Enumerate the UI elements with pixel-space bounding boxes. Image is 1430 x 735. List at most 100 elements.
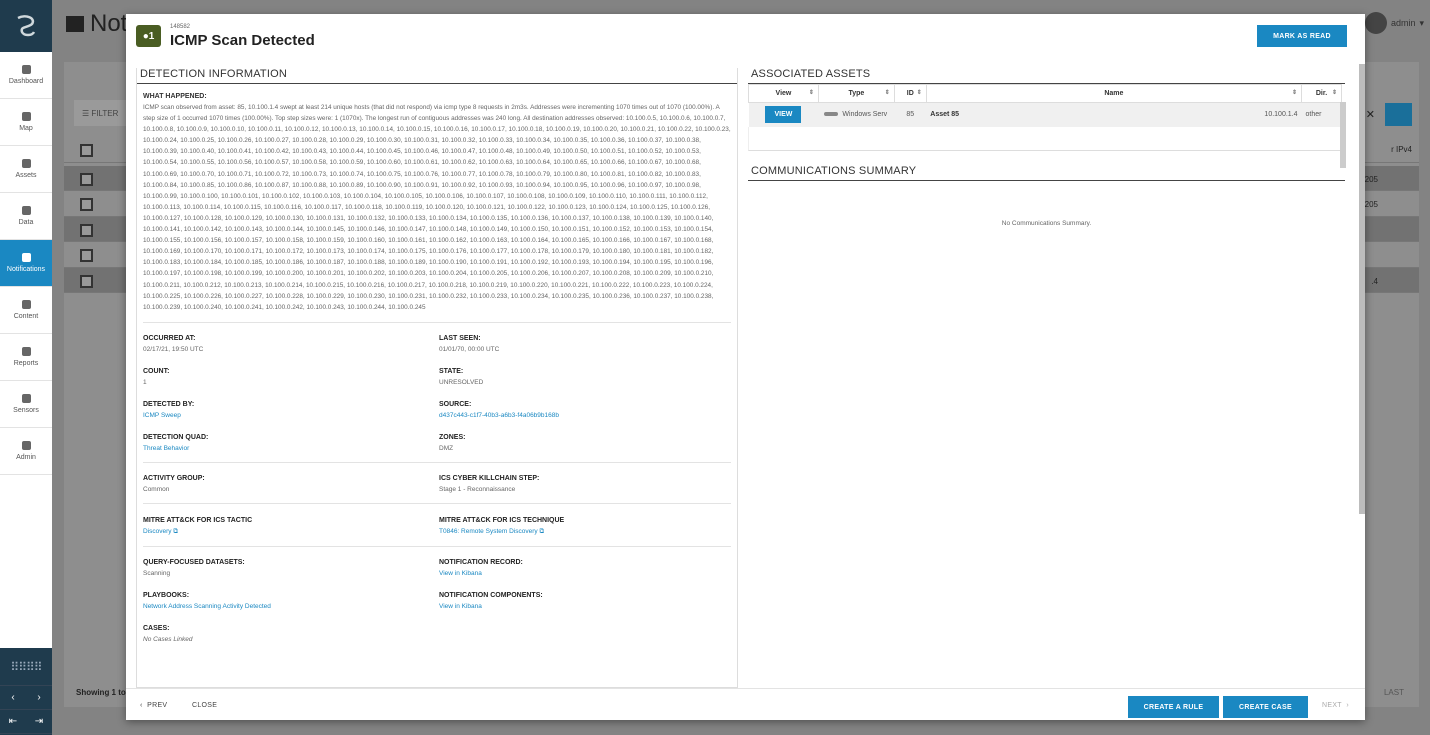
section-heading-detection: DETECTION INFORMATION (137, 68, 737, 84)
view-asset-button[interactable]: VIEW (765, 106, 802, 124)
archive-icon (66, 16, 84, 32)
prev-button[interactable]: ‹ PREV (140, 702, 167, 709)
divider (143, 502, 731, 504)
sidebar-footer: ⠿⠿⠿⠿ ‹ › ⇤ ⇥ (0, 648, 52, 735)
modal-header: ● 1 148582 ICMP Scan Detected MARK AS REA… (126, 14, 1365, 64)
playbook-link[interactable]: Network Address Scanning Activity Detect… (143, 603, 439, 610)
chevron-right-icon: › (1341, 702, 1349, 709)
field-datasets: QUERY-FOCUSED DATASETS: Scanning (143, 558, 245, 577)
sort-icon: ⇕ (884, 90, 890, 96)
next-button[interactable]: NEXT › (1322, 702, 1349, 709)
modal-title: ICMP Scan Detected (170, 32, 315, 49)
notification-modal: ● 1 148582 ICMP Scan Detected MARK AS REA… (126, 14, 1365, 720)
tactic-link[interactable]: Discovery ⧉ (143, 528, 439, 536)
expand-icon[interactable]: ⇥ (26, 710, 52, 733)
field-killchain: ICS CYBER KILLCHAIN STEP: Stage 1 - Recon… (439, 474, 540, 493)
right-column: ASSOCIATED ASSETS View ⇕ Type ⇕ ID ⇕ Name ⇕ … (748, 68, 1346, 227)
detection-quad-link[interactable]: Threat Behavior (143, 445, 439, 452)
sidebar-item-notifications[interactable]: Notifications (0, 240, 52, 287)
no-comms-message: No Communications Summary. (1001, 219, 1092, 227)
filter-icon: ☰ (82, 108, 92, 118)
column-header-ipv4[interactable]: r IPv4 (1391, 145, 1412, 154)
grid-icon[interactable]: ⠿⠿⠿⠿ (0, 648, 52, 686)
row-checkbox[interactable] (80, 224, 93, 237)
priority-badge: ● 1 (136, 25, 161, 47)
modal-scrollbar[interactable] (1359, 64, 1365, 514)
collapse-icon[interactable]: ⇤ (0, 710, 26, 733)
notifications-icon (21, 253, 31, 262)
chevron-right-icon[interactable]: › (26, 686, 52, 709)
detection-information: DETECTION INFORMATION WHAT HAPPENED: ICM… (136, 68, 738, 688)
row-checkbox[interactable] (80, 249, 93, 262)
sidebar-item-map[interactable]: Map (0, 99, 52, 146)
mark-as-read-button[interactable]: MARK AS READ (1257, 25, 1347, 47)
record-kibana-link[interactable]: View in Kibana (439, 570, 735, 577)
field-activity-group: ACTIVITY GROUP: Common (143, 474, 205, 493)
components-kibana-link[interactable]: View in Kibana (439, 603, 735, 610)
create-case-button[interactable]: CREATE CASE (1223, 696, 1308, 718)
divider (143, 545, 731, 547)
column-header-name[interactable]: Name ⇕ (925, 84, 1303, 103)
external-link-icon: ⧉ (539, 527, 545, 535)
sidebar-item-dashboard[interactable]: Dashboard (0, 52, 52, 99)
divider (143, 321, 731, 323)
close-button[interactable]: CLOSE (192, 702, 217, 709)
assets-scrollbar[interactable] (1340, 102, 1346, 168)
sidebar-item-assets[interactable]: Assets (0, 146, 52, 193)
field-mitre-tactic: MITRE ATT&CK FOR ICS TACTIC Discovery ⧉ (143, 517, 439, 536)
column-header-view[interactable]: View ⇕ (748, 84, 819, 103)
chevron-down-icon: ▾ (1419, 17, 1424, 28)
what-happened-label: WHAT HAPPENED: (143, 93, 207, 100)
field-notification-record: NOTIFICATION RECORD: View in Kibana (439, 559, 735, 577)
sidebar-item-content[interactable]: Content (0, 287, 52, 334)
column-header-id[interactable]: ID ⇕ (893, 84, 927, 103)
pagination-info: Showing 1 to (76, 688, 126, 697)
sort-icon: ⇕ (916, 90, 922, 96)
section-heading-assets: ASSOCIATED ASSETS (748, 68, 1345, 84)
app-logo[interactable] (0, 0, 52, 52)
server-icon (824, 112, 839, 117)
sidebar-item-sensors[interactable]: Sensors (0, 381, 52, 428)
close-icon[interactable]: ✕ (1366, 108, 1375, 121)
column-header-type[interactable]: Type ⇕ (817, 84, 895, 103)
user-menu[interactable]: admin ▾ (1364, 12, 1424, 34)
detected-by-link[interactable]: ICMP Sweep (143, 412, 439, 419)
field-cases: CASES: No Cases Linked (143, 624, 193, 643)
map-icon (21, 112, 31, 121)
sidebar-item-data[interactable]: Data (0, 193, 52, 240)
column-header-dir[interactable]: Dir. ⇕ (1301, 84, 1342, 103)
field-detection-quad: DETECTION QUAD: Threat Behavior (143, 434, 439, 452)
reports-icon (21, 347, 31, 356)
field-mitre-technique: MITRE ATT&CK FOR ICS TECHNIQUE T0846: Rem… (439, 517, 735, 536)
table-row: VIEW Windows Serv 85 Asset 85 10.100.1.4 … (748, 102, 1342, 127)
what-happened-text: ICMP scan observed from asset: 85, 10.10… (143, 104, 731, 311)
menu-button[interactable] (1385, 103, 1412, 126)
assets-table: View ⇕ Type ⇕ ID ⇕ Name ⇕ Dir. ⇕ VIEW Windows… (748, 84, 1342, 127)
source-link[interactable]: d437c443-c1f7-40b3-a6b3-f4a06b9b168b (439, 412, 735, 419)
row-checkbox[interactable] (80, 198, 93, 211)
sensors-icon (21, 394, 31, 403)
field-detected-by: DETECTED BY: ICMP Sweep (143, 401, 439, 419)
filter-button[interactable]: ☰ FILTER (74, 100, 134, 126)
database-icon (21, 206, 31, 215)
sidebar-item-reports[interactable]: Reports (0, 334, 52, 381)
avatar (1364, 12, 1387, 34)
technique-link[interactable]: T0846: Remote System Discovery ⧉ (439, 528, 735, 536)
select-all-checkbox[interactable] (80, 144, 93, 157)
field-occurred-at: OCCURRED AT: 02/17/21, 19:50 UTC (143, 334, 204, 353)
ip-cell: .4 (1371, 277, 1378, 286)
sidebar-item-admin[interactable]: Admin (0, 428, 52, 475)
create-rule-button[interactable]: CREATE A RULE (1128, 696, 1219, 718)
external-link-icon: ⧉ (173, 527, 179, 535)
dashboard-icon (21, 65, 31, 74)
chevron-left-icon[interactable]: ‹ (0, 686, 26, 709)
row-checkbox[interactable] (80, 173, 93, 186)
sort-icon: ⇕ (1291, 90, 1298, 96)
field-notification-components: NOTIFICATION COMPONENTS: View in Kibana (439, 592, 735, 610)
field-zones: ZONES: DMZ (439, 433, 466, 452)
last-page-button[interactable]: LAST (1384, 688, 1404, 697)
sort-icon: ⇕ (808, 90, 814, 96)
gear-icon (21, 441, 31, 450)
dragon-logo-icon (17, 15, 36, 37)
row-checkbox[interactable] (80, 275, 93, 288)
